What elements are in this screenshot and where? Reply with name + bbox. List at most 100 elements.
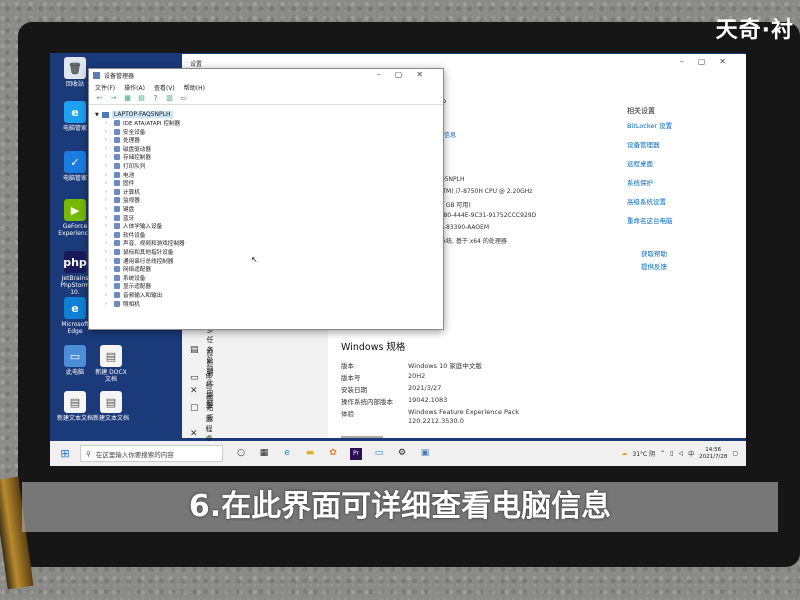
back-icon[interactable]: ← xyxy=(95,94,104,103)
expand-arrow-icon[interactable]: › xyxy=(105,180,111,186)
desktop-icon-doc-1[interactable]: ▤ 新建 DOCX 文档 xyxy=(92,345,130,383)
view-icon[interactable]: ▥ xyxy=(165,94,174,103)
forward-icon[interactable]: → xyxy=(109,94,118,103)
device-category[interactable]: › 网络适配器 xyxy=(105,265,151,273)
device-category[interactable]: › 计算机 xyxy=(105,188,140,196)
settings-window-controls[interactable]: –▢✕ xyxy=(680,57,740,66)
tray-chevron-icon[interactable]: ⌃ xyxy=(660,450,665,457)
device-category[interactable]: › 系统设备 xyxy=(105,274,145,282)
expand-arrow-icon[interactable]: › xyxy=(105,301,111,307)
notification-icon[interactable]: ▢ xyxy=(732,450,738,457)
device-manager-window-controls[interactable]: –▢✕ xyxy=(377,70,437,79)
network-icon[interactable]: ▯ xyxy=(670,450,673,457)
ime-indicator[interactable]: 中 xyxy=(688,449,694,458)
expand-arrow-icon[interactable]: › xyxy=(105,137,111,143)
expand-arrow-icon[interactable]: › xyxy=(105,292,111,298)
device-category[interactable]: › 声音、视频和游戏控制器 xyxy=(105,239,185,247)
expand-arrow-icon[interactable]: › xyxy=(105,215,111,221)
copy-button-edge[interactable] xyxy=(341,436,383,438)
device-category[interactable]: › 电池 xyxy=(105,171,134,179)
desktop-icon-this-pc[interactable]: ▭ 此电脑 xyxy=(56,345,94,376)
spec-value: 120.2212.3530.0 xyxy=(408,417,464,425)
expand-arrow-icon[interactable]: › xyxy=(105,154,111,160)
device-category[interactable]: › 人体学输入设备 xyxy=(105,222,162,230)
device-category[interactable]: › 固件 xyxy=(105,179,134,187)
premiere-icon[interactable]: Pr xyxy=(350,447,362,460)
device-category[interactable]: › 处理器 xyxy=(105,136,140,144)
start-button[interactable]: ⊞ xyxy=(50,447,80,460)
properties-icon[interactable]: ▦ xyxy=(123,94,132,103)
windows-spec-heading: Windows 规格 xyxy=(341,342,406,353)
taskbar-search[interactable]: ⚲ 在这里输入你要搜索的内容 xyxy=(80,445,223,462)
device-category-icon xyxy=(114,214,120,221)
device-category[interactable]: › 通用串行总线控制器 xyxy=(105,257,173,265)
menu-item[interactable]: 查看(V) xyxy=(154,83,175,92)
expand-arrow-icon[interactable]: › xyxy=(105,197,111,203)
device-category-label: 安全设备 xyxy=(123,129,146,136)
device-manager-task-icon[interactable]: ▣ xyxy=(419,448,431,460)
widgets-icon[interactable]: ▦ xyxy=(258,448,270,460)
desktop-icon-doc-2[interactable]: ▤ 新建文本文档 xyxy=(92,391,130,422)
menu-item[interactable]: 帮助(H) xyxy=(184,83,205,92)
expand-arrow-icon[interactable]: › xyxy=(105,172,111,178)
device-category-icon xyxy=(114,257,120,264)
device-spec-line: 6 GB 可用) xyxy=(440,202,471,209)
settings-gear-icon[interactable]: ⚙ xyxy=(396,448,408,460)
related-link[interactable]: 设备管理器 xyxy=(627,139,660,149)
device-manager-icon xyxy=(93,72,100,79)
device-tree-root[interactable]: ▼ LAPTOP-FAQ5NPLH xyxy=(95,111,173,118)
expand-arrow-icon[interactable]: › xyxy=(105,240,111,246)
expand-arrow-icon[interactable]: › xyxy=(105,120,111,126)
edge-icon[interactable]: e xyxy=(281,448,293,460)
desktop-icon-doc-3[interactable]: ▤ 新建文本文档 xyxy=(56,391,94,422)
device-category[interactable]: › 显示适配器 xyxy=(105,282,151,290)
device-category[interactable]: › 鼠标和其他指针设备 xyxy=(105,248,173,256)
collapse-arrow-icon[interactable]: ▼ xyxy=(95,112,99,118)
related-link[interactable]: 高级系统设置 xyxy=(627,196,666,206)
help-icon[interactable]: ? xyxy=(151,94,160,103)
expand-arrow-icon[interactable]: › xyxy=(105,258,111,264)
device-category[interactable]: › 磁盘驱动器 xyxy=(105,145,151,153)
related-settings-title: 相关设置 xyxy=(627,107,655,115)
clock[interactable]: 14:56 2021/7/28 xyxy=(699,447,727,461)
expand-arrow-icon[interactable]: › xyxy=(105,206,111,212)
expand-arrow-icon[interactable]: › xyxy=(105,163,111,169)
expand-arrow-icon[interactable]: › xyxy=(105,249,111,255)
list-icon[interactable]: ▤ xyxy=(137,94,146,103)
related-link[interactable]: 系统保护 xyxy=(627,177,653,187)
device-category[interactable]: › 照相机 xyxy=(105,300,140,308)
explorer-icon[interactable]: ▬ xyxy=(304,448,316,460)
paint-icon[interactable]: ✿ xyxy=(327,448,339,460)
task-view-icon[interactable]: ○ xyxy=(235,448,247,460)
device-category[interactable]: › 软件设备 xyxy=(105,231,145,239)
recycle-bin-icon: 🗑 xyxy=(64,57,86,79)
expand-arrow-icon[interactable]: › xyxy=(105,129,111,135)
get-help-link[interactable]: 获取帮助 xyxy=(641,248,667,258)
expand-arrow-icon[interactable]: › xyxy=(105,232,111,238)
related-link[interactable]: 重命名这台电脑 xyxy=(627,215,673,225)
menu-item[interactable]: 文件(F) xyxy=(95,83,115,92)
media-icon[interactable]: ▭ xyxy=(373,448,385,460)
monitor-icon[interactable]: ▭ xyxy=(179,94,188,103)
expand-arrow-icon[interactable]: › xyxy=(105,223,111,229)
expand-arrow-icon[interactable]: › xyxy=(105,283,111,289)
device-category[interactable]: › 打印队列 xyxy=(105,162,145,170)
device-category[interactable]: › 蓝牙 xyxy=(105,214,134,222)
related-link[interactable]: 远程桌面 xyxy=(627,158,653,168)
device-category[interactable]: › 安全设备 xyxy=(105,128,145,136)
device-category[interactable]: › 键盘 xyxy=(105,205,134,213)
related-link[interactable]: BitLocker 设置 xyxy=(627,120,672,130)
device-category[interactable]: › 监视器 xyxy=(105,196,140,204)
expand-arrow-icon[interactable]: › xyxy=(105,266,111,272)
device-category[interactable]: › 音频输入和输出 xyxy=(105,291,162,299)
device-category[interactable]: › IDE ATA/ATAPI 控制器 xyxy=(105,119,180,127)
feedback-link[interactable]: 提供反馈 xyxy=(641,261,667,271)
expand-arrow-icon[interactable]: › xyxy=(105,275,111,281)
device-category[interactable]: › 存储控制器 xyxy=(105,153,151,161)
weather-text[interactable]: 31°C 阴 xyxy=(632,449,655,458)
copy-info-link[interactable]: 信息 xyxy=(444,130,456,139)
volume-icon[interactable]: ◁ xyxy=(678,450,683,457)
menu-item[interactable]: 操作(A) xyxy=(124,83,145,92)
expand-arrow-icon[interactable]: › xyxy=(105,146,111,152)
expand-arrow-icon[interactable]: › xyxy=(105,189,111,195)
